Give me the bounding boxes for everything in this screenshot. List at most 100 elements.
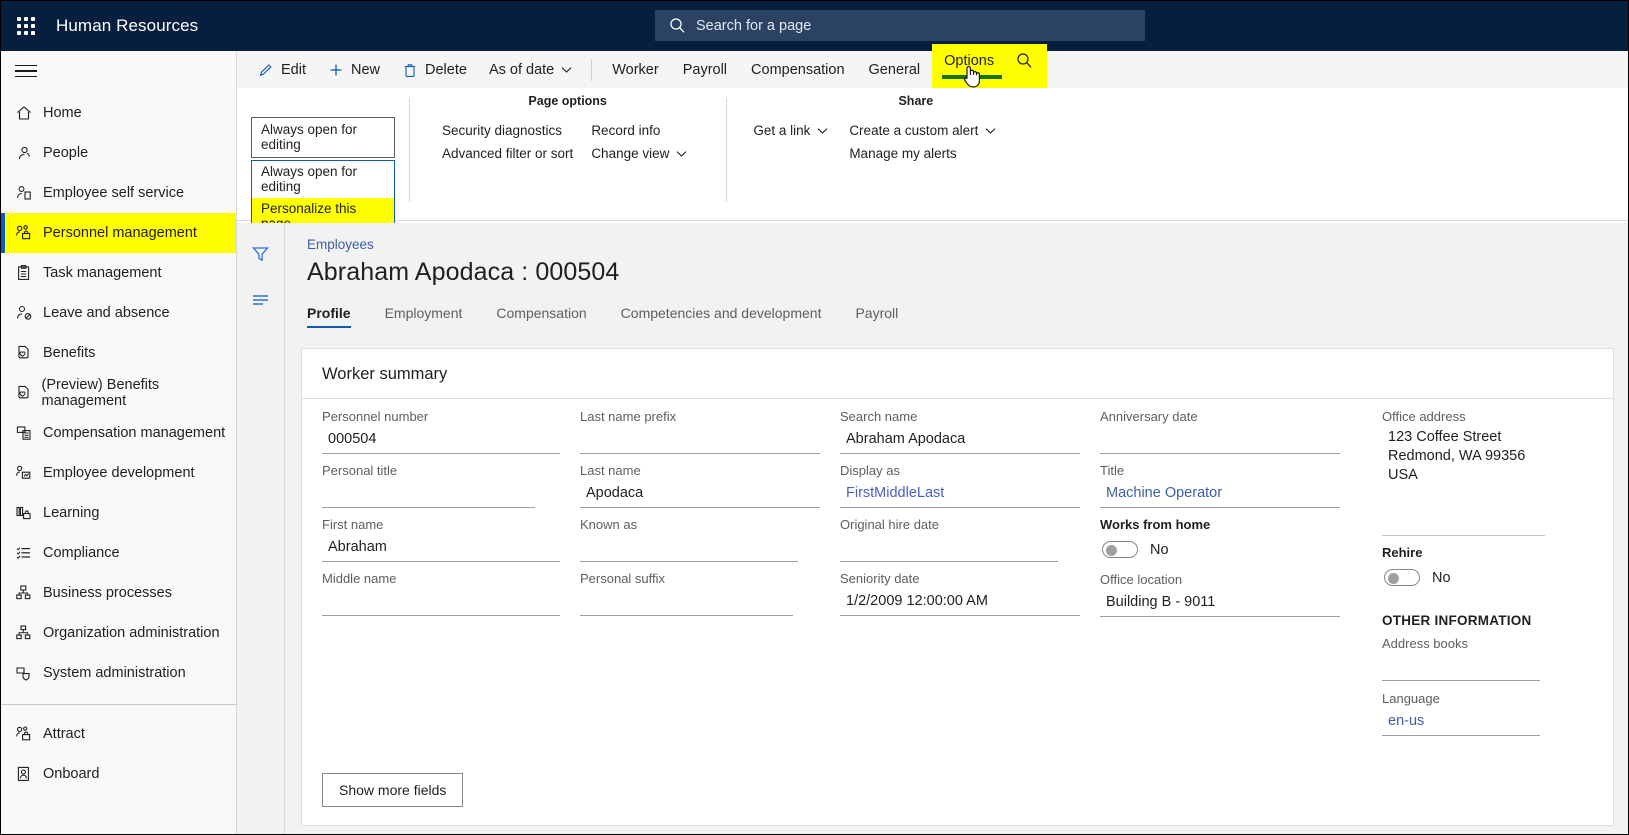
person-page-icon — [15, 765, 41, 783]
record-info-label: Record info — [591, 123, 660, 138]
tab-label: Compensation — [751, 62, 845, 78]
document-heart-icon — [15, 344, 41, 362]
sidebar-item-label: Compliance — [43, 545, 120, 561]
change-view-button[interactable]: Change view — [582, 142, 702, 165]
hamburger-icon[interactable] — [1, 51, 236, 91]
office-address-line-3: USA — [1382, 466, 1545, 485]
field-value[interactable] — [322, 590, 560, 616]
field-value[interactable]: Machine Operator — [1100, 482, 1340, 508]
dropdown-option-always-open-for-editing[interactable]: Always open for editing — [252, 161, 394, 198]
field-middle-name: Middle name — [322, 571, 560, 616]
sidebar-item-label: Learning — [43, 505, 99, 521]
sidebar-item-preview-benefits-management[interactable]: (Preview) Benefits management — [1, 373, 236, 413]
sidebar-item-leave-and-absence[interactable]: Leave and absence — [1, 293, 236, 333]
field-last-name-prefix: Last name prefix — [580, 409, 820, 454]
field-label: Language — [1382, 691, 1545, 710]
tab-compensation[interactable]: Compensation — [739, 51, 857, 88]
field-value[interactable]: FirstMiddleLast — [840, 482, 1080, 508]
field-label: Last name — [580, 463, 820, 482]
field-label: Address books — [1382, 636, 1545, 655]
new-button[interactable]: New — [317, 51, 391, 88]
field-value[interactable] — [580, 536, 798, 562]
sidebar-item-business-processes[interactable]: Business processes — [1, 573, 236, 613]
field-value[interactable]: Abraham — [322, 536, 560, 562]
field-value[interactable] — [1100, 428, 1340, 454]
field-label: Office address — [1382, 409, 1545, 428]
record-info-button[interactable]: Record info — [582, 119, 702, 142]
tab-compensation[interactable]: Compensation — [496, 301, 586, 328]
shield-monitor-icon — [15, 664, 41, 682]
field-label: Seniority date — [840, 571, 1080, 590]
sidebar-item-learning[interactable]: Learning — [1, 493, 236, 533]
form-column-1: Personnel number 000504 Personal title F… — [302, 409, 560, 745]
checklist-icon — [15, 544, 41, 562]
field-value[interactable] — [1382, 655, 1540, 681]
person-icon — [15, 144, 41, 162]
sidebar-item-organization-administration[interactable]: Organization administration — [1, 613, 236, 653]
field-value[interactable] — [840, 536, 1058, 562]
tab-competencies-and-development[interactable]: Competencies and development — [621, 301, 822, 328]
tab-label: Compensation — [496, 305, 586, 321]
page-side-rail — [237, 223, 285, 834]
sidebar-item-home[interactable]: Home — [1, 93, 236, 133]
field-seniority-date: Seniority date 1/2/2009 12:00:00 AM — [840, 571, 1080, 616]
create-a-custom-alert-button[interactable]: Create a custom alert — [840, 119, 1005, 142]
tab-profile[interactable]: Profile — [307, 301, 351, 328]
field-label: Personal title — [322, 463, 560, 482]
as-of-date-button[interactable]: As of date — [478, 51, 583, 88]
filter-icon[interactable] — [237, 231, 284, 277]
field-value[interactable]: 1/2/2009 12:00:00 AM — [840, 590, 1080, 616]
security-diagnostics-button[interactable]: Security diagnostics — [433, 119, 582, 142]
tab-employment[interactable]: Employment — [385, 301, 463, 328]
person-document-icon — [15, 184, 41, 202]
sidebar-item-onboard[interactable]: Onboard — [1, 754, 236, 794]
show-more-fields-button[interactable]: Show more fields — [322, 773, 463, 807]
search-input[interactable] — [696, 18, 1096, 34]
delete-button[interactable]: Delete — [391, 51, 478, 88]
breadcrumb[interactable]: Employees — [307, 237, 1628, 252]
field-value[interactable] — [322, 482, 535, 508]
sidebar-item-people[interactable]: People — [1, 133, 236, 173]
tab-worker[interactable]: Worker — [600, 51, 670, 88]
edit-button[interactable]: Edit — [247, 51, 317, 88]
sidebar-item-task-management[interactable]: Task management — [1, 253, 236, 293]
field-value[interactable] — [580, 590, 793, 616]
field-works-from-home: Works from home No — [1100, 517, 1340, 562]
app-launcher-icon[interactable] — [1, 1, 51, 51]
field-value[interactable]: Building B - 9011 — [1100, 591, 1340, 617]
sidebar-item-benefits[interactable]: Benefits — [1, 333, 236, 373]
open-mode-combobox[interactable]: Always open for editing — [251, 117, 395, 158]
field-value[interactable] — [580, 428, 820, 454]
sidebar-navigation: Home People Employee self service Person… — [1, 51, 237, 834]
list-lines-icon[interactable] — [237, 277, 284, 323]
sidebar-item-system-administration[interactable]: System administration — [1, 653, 236, 693]
sidebar-item-label: Task management — [43, 265, 161, 281]
sidebar-item-employee-development[interactable]: Employee development — [1, 453, 236, 493]
get-a-link-label: Get a link — [753, 123, 810, 138]
works-from-home-toggle[interactable] — [1102, 541, 1138, 558]
field-value[interactable]: en-us — [1382, 710, 1540, 736]
field-value[interactable]: 000504 — [322, 428, 560, 454]
sidebar-item-compliance[interactable]: Compliance — [1, 533, 236, 573]
trash-icon — [402, 62, 418, 78]
rehire-toggle[interactable] — [1384, 569, 1420, 586]
share-column-2: Create a custom alert Manage my alerts — [840, 119, 1005, 165]
manage-my-alerts-button[interactable]: Manage my alerts — [840, 142, 1005, 165]
page-options-column-1: Security diagnostics Advanced filter or … — [433, 119, 582, 165]
sidebar-item-label: System administration — [43, 665, 186, 681]
chevron-down-icon — [817, 123, 828, 138]
tab-general[interactable]: General — [857, 51, 933, 88]
field-value[interactable]: Apodaca — [580, 482, 820, 508]
field-personal-suffix: Personal suffix — [580, 571, 820, 616]
tab-payroll[interactable]: Payroll — [671, 51, 739, 88]
get-a-link-button[interactable]: Get a link — [744, 119, 840, 142]
sidebar-item-personnel-management[interactable]: Personnel management — [1, 213, 236, 253]
field-label: First name — [322, 517, 560, 536]
global-search-box[interactable] — [655, 10, 1145, 41]
sidebar-item-compensation-management[interactable]: Compensation management — [1, 413, 236, 453]
sidebar-item-attract[interactable]: Attract — [1, 714, 236, 754]
tab-payroll[interactable]: Payroll — [855, 301, 898, 328]
sidebar-item-employee-self-service[interactable]: Employee self service — [1, 173, 236, 213]
field-value[interactable]: Abraham Apodaca — [840, 428, 1080, 454]
advanced-filter-or-sort-button[interactable]: Advanced filter or sort — [433, 142, 582, 165]
